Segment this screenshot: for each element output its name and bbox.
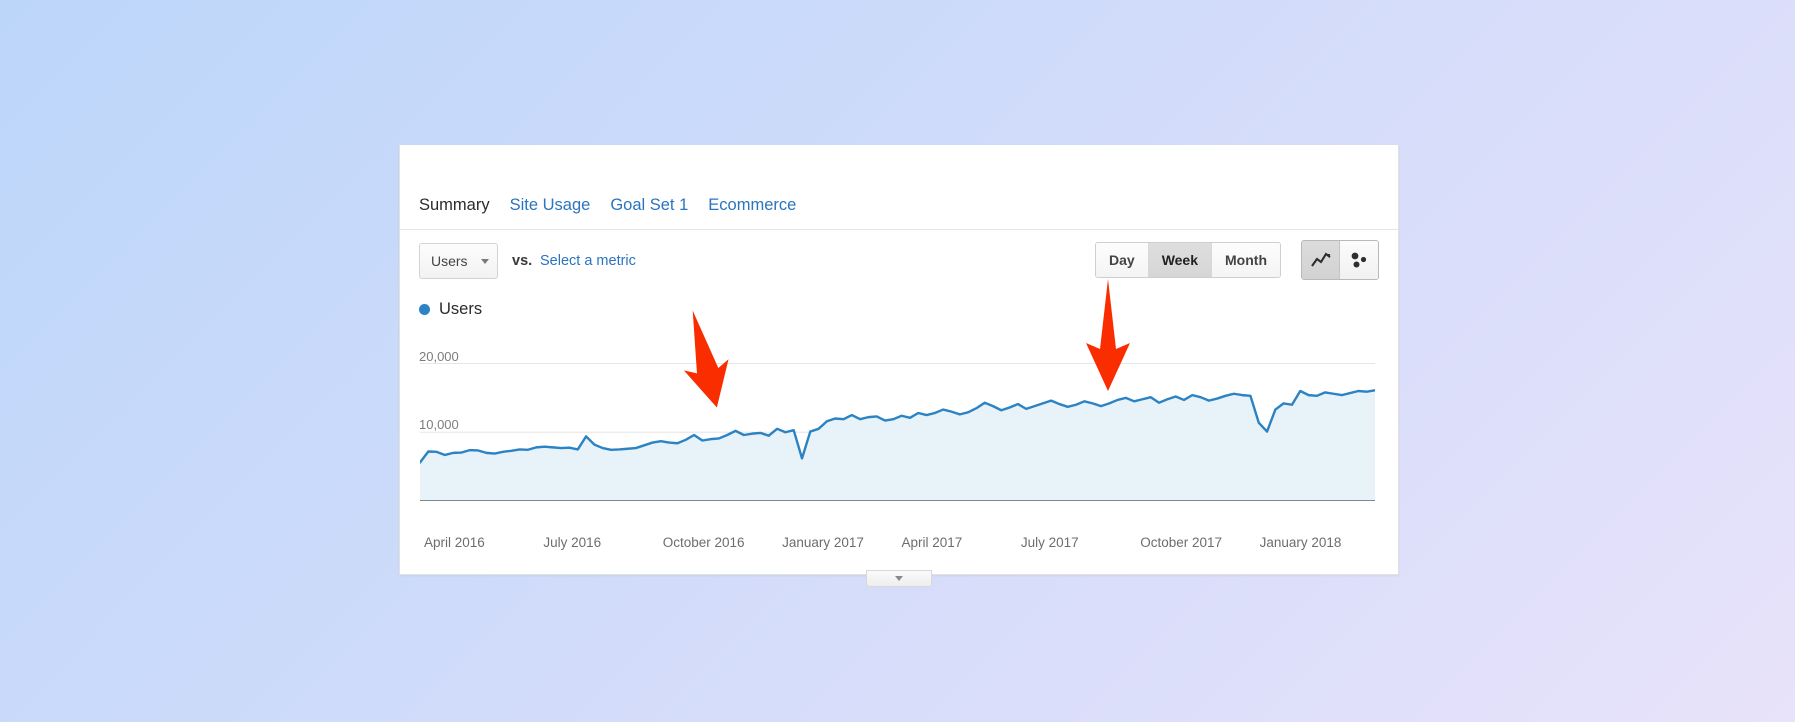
chart-controls: Users vs. Select a metric Day Week Month <box>400 230 1398 292</box>
subnav-item-summary[interactable]: Summary <box>419 196 490 215</box>
granularity-button-day[interactable]: Day <box>1096 243 1149 277</box>
select-a-metric-link[interactable]: Select a metric <box>540 253 636 269</box>
metric-select-value: Users <box>431 253 468 269</box>
legend-color-dot <box>419 304 430 315</box>
report-panel: Summary Site Usage Goal Set 1 Ecommerce … <box>399 145 1399 575</box>
motion-chart-icon[interactable] <box>1340 241 1378 279</box>
x-axis-tick-april-2017: April 2017 <box>902 535 963 550</box>
x-axis-tick-october-2016: October 2016 <box>663 535 745 550</box>
x-axis-tick-october-2017: October 2017 <box>1140 535 1222 550</box>
vs-label: vs. <box>512 253 532 269</box>
chevron-down-icon <box>481 259 489 264</box>
metric-select-dropdown[interactable]: Users <box>419 243 498 279</box>
granularity-toggle-group: Day Week Month <box>1095 242 1281 278</box>
line-chart-icon[interactable] <box>1302 241 1340 279</box>
x-axis-tick-july-2016: July 2016 <box>543 535 601 550</box>
granularity-button-week[interactable]: Week <box>1149 243 1212 277</box>
granularity-button-month[interactable]: Month <box>1212 243 1280 277</box>
users-timeseries-chart[interactable]: 20,000 10,000 <box>400 328 1400 528</box>
report-subnav: Summary Site Usage Goal Set 1 Ecommerce <box>400 182 1398 230</box>
chart-area-fill <box>420 390 1375 501</box>
x-axis-tick-april-2016: April 2016 <box>424 535 485 550</box>
chart-legend: Users <box>419 300 482 319</box>
subnav-item-site-usage[interactable]: Site Usage <box>510 196 591 215</box>
chart-plot-area <box>420 336 1375 501</box>
x-axis-tick-january-2017: January 2017 <box>782 535 864 550</box>
chart-type-toggle-group <box>1301 240 1379 280</box>
expand-panel-button[interactable] <box>866 570 932 587</box>
x-axis: April 2016 July 2016 October 2016 January 2… <box>400 535 1400 559</box>
subnav-item-goal-set-1[interactable]: Goal Set 1 <box>610 196 688 215</box>
chevron-down-icon <box>895 576 903 581</box>
x-axis-tick-january-2018: January 2018 <box>1260 535 1342 550</box>
legend-series-label: Users <box>439 300 482 319</box>
x-axis-tick-july-2017: July 2017 <box>1021 535 1079 550</box>
subnav-item-ecommerce[interactable]: Ecommerce <box>708 196 796 215</box>
